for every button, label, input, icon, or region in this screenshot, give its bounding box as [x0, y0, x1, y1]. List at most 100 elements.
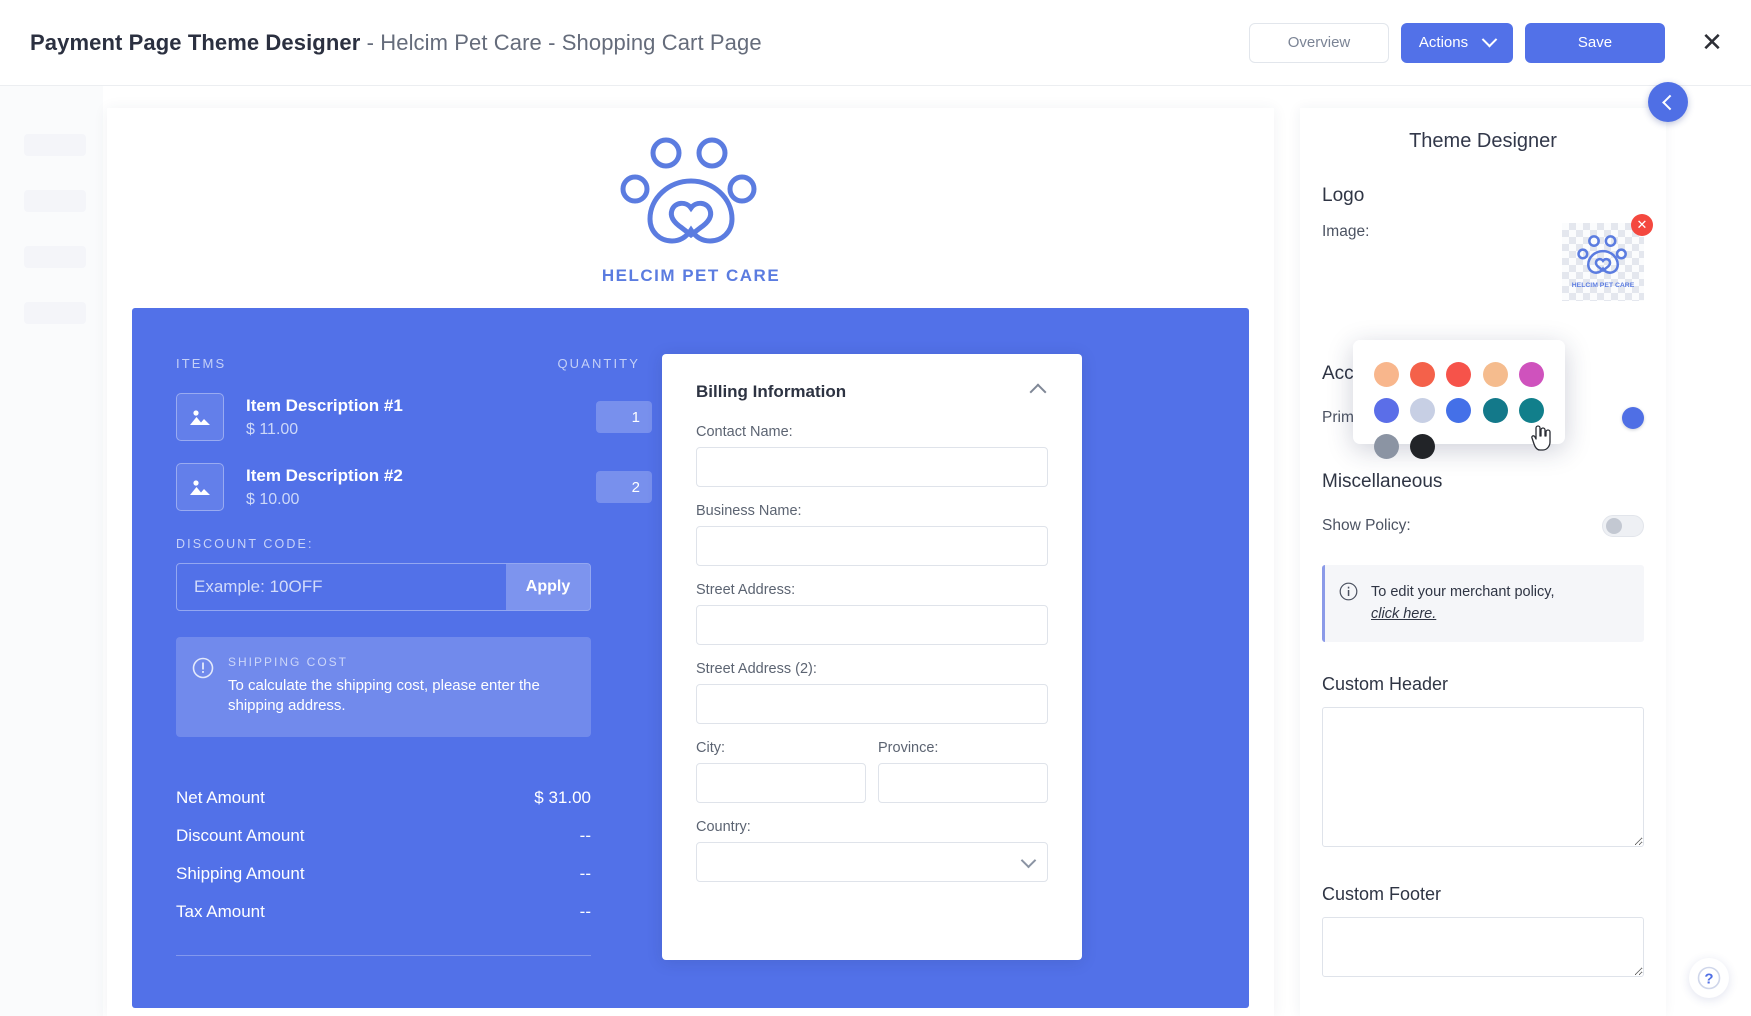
item-image-placeholder [176, 463, 224, 511]
chevron-down-icon [1481, 31, 1498, 48]
total-value: -- [579, 863, 591, 883]
background-sidebar-item [24, 246, 86, 268]
shipping-cost-notice: SHIPPING COST To calculate the shipping … [176, 637, 591, 737]
color-swatch-11[interactable] [1410, 433, 1436, 459]
cart-item-row: Item Description #2 $ 10.00 2 [176, 463, 652, 511]
street-address-input[interactable] [696, 605, 1048, 645]
cart-section: ITEMS QUANTITY Item Description #1 $ 11.… [107, 308, 1274, 1008]
contact-name-input[interactable] [696, 447, 1048, 487]
field-postal-code [696, 898, 1048, 914]
save-button[interactable]: Save [1525, 22, 1665, 63]
image-icon [190, 480, 210, 495]
item-quantity[interactable]: 1 [596, 401, 652, 433]
billing-header: Billing Information [696, 382, 1048, 424]
shipping-notice-text: SHIPPING COST To calculate the shipping … [228, 655, 575, 717]
total-label: Tax Amount [176, 901, 265, 921]
svg-text:?: ? [1704, 971, 1713, 988]
custom-header-textarea[interactable] [1322, 706, 1644, 847]
province-input[interactable] [878, 763, 1048, 803]
actions-dropdown-button[interactable]: Actions [1401, 22, 1513, 63]
color-swatch-7[interactable] [1446, 397, 1472, 423]
field-street-address-2: Street Address (2): [696, 661, 1048, 724]
field-business-name: Business Name: [696, 503, 1048, 566]
theme-designer-panel: Theme Designer Logo Image: HELCIM PET CA… [1300, 108, 1666, 1016]
billing-information-card: Billing Information Contact Name: Busine… [662, 354, 1082, 960]
logo-thumbnail[interactable]: HELCIM PET CARE ✕ [1562, 214, 1653, 301]
custom-footer-label: Custom Footer [1322, 883, 1442, 904]
column-header-quantity: QUANTITY [557, 356, 640, 371]
item-price: $ 11.00 [246, 420, 299, 438]
primary-color-label: Prim [1322, 409, 1354, 426]
chevron-up-icon[interactable] [1029, 383, 1047, 401]
color-swatch-5[interactable] [1373, 397, 1399, 423]
item-price: $ 10.00 [246, 490, 300, 508]
primary-color-swatch[interactable] [1622, 407, 1644, 429]
logo-wordmark: HELCIM PET CARE [1572, 282, 1635, 289]
total-row: Shipping Amount -- [176, 855, 591, 893]
payment-page-preview: HELCIM PET CARE ITEMS QUANTITY Item Desc… [107, 108, 1274, 1016]
item-info: Item Description #1 $ 11.00 [246, 396, 596, 439]
field-label: Contact Name: [696, 424, 793, 440]
color-swatch-2[interactable] [1446, 361, 1472, 387]
field-label: Country: [696, 819, 751, 835]
business-name-input[interactable] [696, 526, 1048, 566]
custom-header-label: Custom Header [1322, 673, 1449, 694]
item-name: Item Description #2 [246, 465, 403, 485]
theme-designer-title: Theme Designer [1409, 130, 1557, 152]
color-swatch-6[interactable] [1410, 397, 1436, 423]
field-label: Street Address: [696, 582, 796, 598]
field-label: City: [696, 740, 725, 756]
remove-logo-icon[interactable]: ✕ [1631, 214, 1653, 236]
shipping-notice-body: To calculate the shipping cost, please e… [228, 677, 540, 715]
info-circle-icon [1339, 582, 1359, 626]
help-button[interactable]: ? [1689, 958, 1729, 998]
page-title: Payment Page Theme Designer - Helcim Pet… [30, 30, 762, 56]
total-row: Net Amount $ 31.00 [176, 779, 591, 817]
field-city: City: [696, 740, 866, 803]
total-value: $ 31.00 [534, 787, 591, 807]
discount-code-input[interactable] [177, 577, 506, 597]
background-sidebar-item [24, 134, 86, 156]
collapse-panel-button[interactable] [1648, 82, 1688, 122]
total-label: Discount Amount [176, 825, 305, 845]
city-province-row: City: Province: [696, 740, 1048, 819]
color-swatch-3[interactable] [1482, 361, 1508, 387]
paw-heart-logo-icon: HELCIM PET CARE [1572, 235, 1635, 289]
field-contact-name: Contact Name: [696, 424, 1048, 487]
street-address-2-input[interactable] [696, 684, 1048, 724]
paw-heart-logo-icon: HELCIM PET CARE [602, 137, 778, 285]
image-icon [190, 410, 210, 425]
apply-discount-button[interactable]: Apply [506, 564, 590, 610]
top-bar: Payment Page Theme Designer - Helcim Pet… [0, 0, 1751, 86]
country-select[interactable] [696, 842, 1048, 882]
color-swatch-10[interactable] [1373, 433, 1399, 459]
show-policy-toggle[interactable] [1602, 515, 1644, 537]
logo-section-title: Logo [1322, 185, 1365, 206]
field-country: Country: [696, 819, 1048, 882]
item-quantity[interactable]: 2 [596, 471, 652, 503]
field-label [696, 898, 1048, 914]
cart-totals: Net Amount $ 31.00 Discount Amount -- Sh… [176, 779, 591, 956]
chevron-left-icon [1661, 94, 1678, 110]
cart-summary: ITEMS QUANTITY Item Description #1 $ 11.… [132, 356, 652, 956]
cart-panel: ITEMS QUANTITY Item Description #1 $ 11.… [132, 308, 1249, 1008]
country-select-wrap [696, 842, 1048, 882]
color-swatch-9[interactable] [1519, 397, 1545, 423]
policy-link[interactable]: click here. [1371, 606, 1436, 622]
color-swatch-1[interactable] [1410, 361, 1436, 387]
overview-button[interactable]: Overview [1249, 22, 1389, 63]
close-icon[interactable]: ✕ [1695, 26, 1729, 60]
city-input[interactable] [696, 763, 866, 803]
color-swatch-0[interactable] [1373, 361, 1399, 387]
color-picker-popup[interactable] [1353, 340, 1565, 459]
color-swatch-4[interactable] [1519, 361, 1545, 387]
shipping-notice-title: SHIPPING COST [228, 655, 349, 669]
background-sidebar [0, 86, 103, 1016]
field-province: Province: [878, 740, 1048, 803]
background-sidebar-item [24, 190, 86, 212]
total-value: -- [579, 901, 591, 921]
alert-circle-icon [192, 657, 216, 717]
total-value: -- [579, 825, 591, 845]
color-swatch-8[interactable] [1482, 397, 1508, 423]
custom-footer-textarea[interactable] [1322, 916, 1644, 977]
